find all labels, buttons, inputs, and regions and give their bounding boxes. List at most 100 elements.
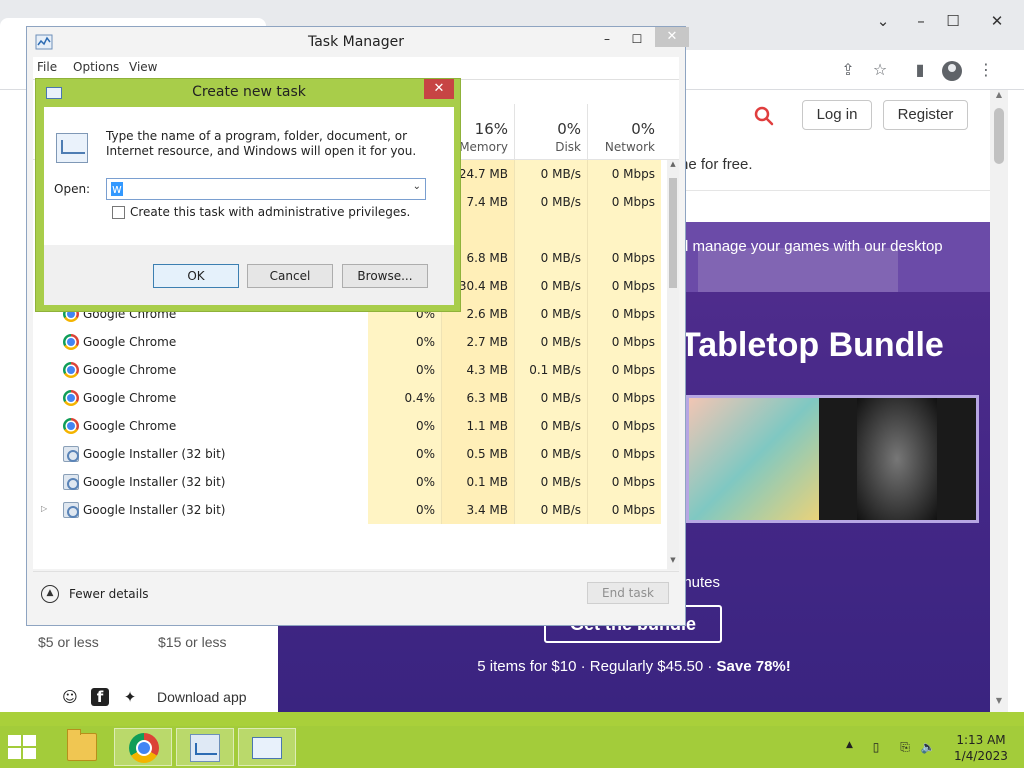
maximize-icon[interactable]: ☐ <box>623 29 651 49</box>
memory-value: 6.3 MB <box>466 391 508 405</box>
table-row[interactable]: Google Chrome 0.4% 6.3 MB 0 MB/s 0 Mbps <box>33 384 661 412</box>
close-icon[interactable]: ✕ <box>980 6 1014 36</box>
column-separator <box>587 272 588 300</box>
scroll-thumb[interactable] <box>669 178 677 288</box>
chevron-up-icon[interactable]: ▲ <box>41 585 59 603</box>
admin-privileges-label[interactable]: Create this task with administrative pri… <box>130 205 410 219</box>
filter-15-or-less[interactable]: $15 or less <box>158 634 226 650</box>
disk-value: 0 MB/s <box>540 391 581 405</box>
taskbar-create-new-task[interactable] <box>238 728 296 766</box>
close-icon[interactable]: ✕ <box>424 79 454 99</box>
search-icon[interactable] <box>752 104 776 128</box>
disk-percent: 0% <box>557 120 581 138</box>
process-name: Google Installer (32 bit) <box>83 503 226 517</box>
cpu-value: 0% <box>415 335 435 349</box>
minimize-icon[interactable]: – <box>593 29 621 49</box>
browse-button[interactable]: Browse... <box>342 264 428 288</box>
chevron-down-icon[interactable]: ⌄ <box>413 181 421 192</box>
action-center-icon[interactable]: ▯ <box>868 739 884 755</box>
column-separator <box>441 496 442 524</box>
page-scrollbar[interactable]: ▲ ▼ <box>990 90 1008 712</box>
volume-icon[interactable]: 🔈 <box>920 739 936 755</box>
table-row[interactable]: Google Chrome 0% 1.1 MB 0 MB/s 0 Mbps <box>33 412 661 440</box>
login-button[interactable]: Log in <box>802 100 872 130</box>
taskbar-chrome[interactable] <box>114 728 172 766</box>
table-row[interactable]: Google Installer (32 bit) 0% 0.5 MB 0 MB/s 0… <box>33 440 661 468</box>
column-separator <box>441 328 442 356</box>
show-hidden-icons-icon[interactable]: ▲ <box>846 740 853 750</box>
network-value: 0 Mbps <box>611 419 655 433</box>
tab-search-icon[interactable]: ⌄ <box>866 6 900 36</box>
facebook-icon[interactable]: f <box>91 688 109 706</box>
scroll-thumb[interactable] <box>994 108 1004 164</box>
chrome-icon <box>63 418 79 434</box>
create-new-task-dialog: Create new task ✕ Type the name of a pro… <box>35 78 461 312</box>
scroll-up-icon[interactable]: ▲ <box>667 160 679 174</box>
memory-value: 3.4 MB <box>466 503 508 517</box>
task-manager-footer: ▲ Fewer details End task <box>33 571 679 619</box>
column-separator <box>587 468 588 496</box>
minimize-icon[interactable]: – <box>904 6 938 36</box>
menu-view[interactable]: View <box>129 60 157 74</box>
taskbar-file-explorer[interactable] <box>54 728 112 766</box>
scroll-up-icon[interactable]: ▲ <box>990 90 1008 106</box>
column-separator <box>514 216 515 244</box>
cpu-value: 0% <box>415 447 435 461</box>
expand-chevron-icon[interactable]: ▷ <box>41 504 51 516</box>
disk-value: 0 MB/s <box>540 307 581 321</box>
open-input-value[interactable]: w <box>111 182 123 196</box>
dialog-content: Type the name of a program, folder, docu… <box>44 107 454 305</box>
network-value: 0 Mbps <box>611 503 655 517</box>
bundle-art-cover-1 <box>689 398 819 520</box>
ok-button[interactable]: OK <box>153 264 239 288</box>
bundle-title[interactable]: Tabletop Bundle <box>680 326 944 365</box>
system-clock[interactable]: 1:13 AM 1/4/2023 <box>946 732 1016 764</box>
table-row[interactable]: Google Installer (32 bit) 0% 0.1 MB 0 MB/s 0… <box>33 468 661 496</box>
reddit-icon[interactable]: ☺ <box>61 688 79 706</box>
disk-value: 0 MB/s <box>540 335 581 349</box>
scroll-down-icon[interactable]: ▼ <box>990 696 1008 712</box>
network-value: 0 Mbps <box>611 475 655 489</box>
maximize-icon[interactable]: ☐ <box>936 6 970 36</box>
process-scrollbar[interactable]: ▲ ▼ <box>667 160 679 570</box>
open-combobox[interactable]: w ⌄ <box>106 178 426 200</box>
menu-options[interactable]: Options <box>73 60 119 74</box>
bundle-savings: Save 78%! <box>716 658 791 675</box>
end-task-button[interactable]: End task <box>587 582 669 604</box>
column-network[interactable]: 0% Network <box>587 104 661 160</box>
scroll-down-icon[interactable]: ▼ <box>667 556 679 570</box>
table-row[interactable]: Google Chrome 0% 4.3 MB 0.1 MB/s 0 Mbps <box>33 356 661 384</box>
profile-avatar-icon[interactable] <box>942 61 962 81</box>
network-icon[interactable]: ⎘ <box>897 739 913 755</box>
fewer-details-link[interactable]: Fewer details <box>69 587 149 601</box>
menu-file[interactable]: File <box>37 60 57 74</box>
filter-5-or-less[interactable]: $5 or less <box>38 634 99 650</box>
twitter-icon[interactable]: ✦ <box>121 688 139 706</box>
dialog-top-panel: Type the name of a program, folder, docu… <box>44 107 454 245</box>
column-separator <box>514 160 515 188</box>
clock-time: 1:13 AM <box>956 733 1006 747</box>
admin-privileges-checkbox[interactable] <box>112 206 125 219</box>
chrome-icon <box>63 334 79 350</box>
bundle-artwork[interactable] <box>686 395 979 523</box>
side-panel-icon[interactable]: ▮ <box>908 58 932 82</box>
close-icon[interactable]: ✕ <box>655 27 689 47</box>
disk-value: 0.1 MB/s <box>529 363 581 377</box>
process-name: Google Chrome <box>83 335 177 349</box>
disk-value: 0 MB/s <box>540 279 581 293</box>
taskbar-task-manager[interactable] <box>176 728 234 766</box>
task-manager-titlebar[interactable]: Task Manager – ☐ ✕ <box>27 27 689 57</box>
table-row[interactable]: ▷ Google Installer (32 bit) 0% 3.4 MB 0 MB/s… <box>33 496 661 524</box>
start-button[interactable] <box>8 735 38 759</box>
bundle-price: 5 items for $10 · Regularly $45.50 · Sav… <box>278 658 990 675</box>
disk-value <box>514 216 587 244</box>
disk-value: 0 MB/s <box>540 447 581 461</box>
share-icon[interactable]: ⇪ <box>836 58 860 82</box>
menu-kebab-icon[interactable]: ⋮ <box>974 58 998 82</box>
column-disk[interactable]: 0% Disk <box>514 104 587 160</box>
register-button[interactable]: Register <box>883 100 968 130</box>
bookmark-star-icon[interactable]: ☆ <box>868 58 892 82</box>
table-row[interactable]: Google Chrome 0% 2.7 MB 0 MB/s 0 Mbps <box>33 328 661 356</box>
download-app-link[interactable]: Download app <box>157 689 247 705</box>
cancel-button[interactable]: Cancel <box>247 264 333 288</box>
